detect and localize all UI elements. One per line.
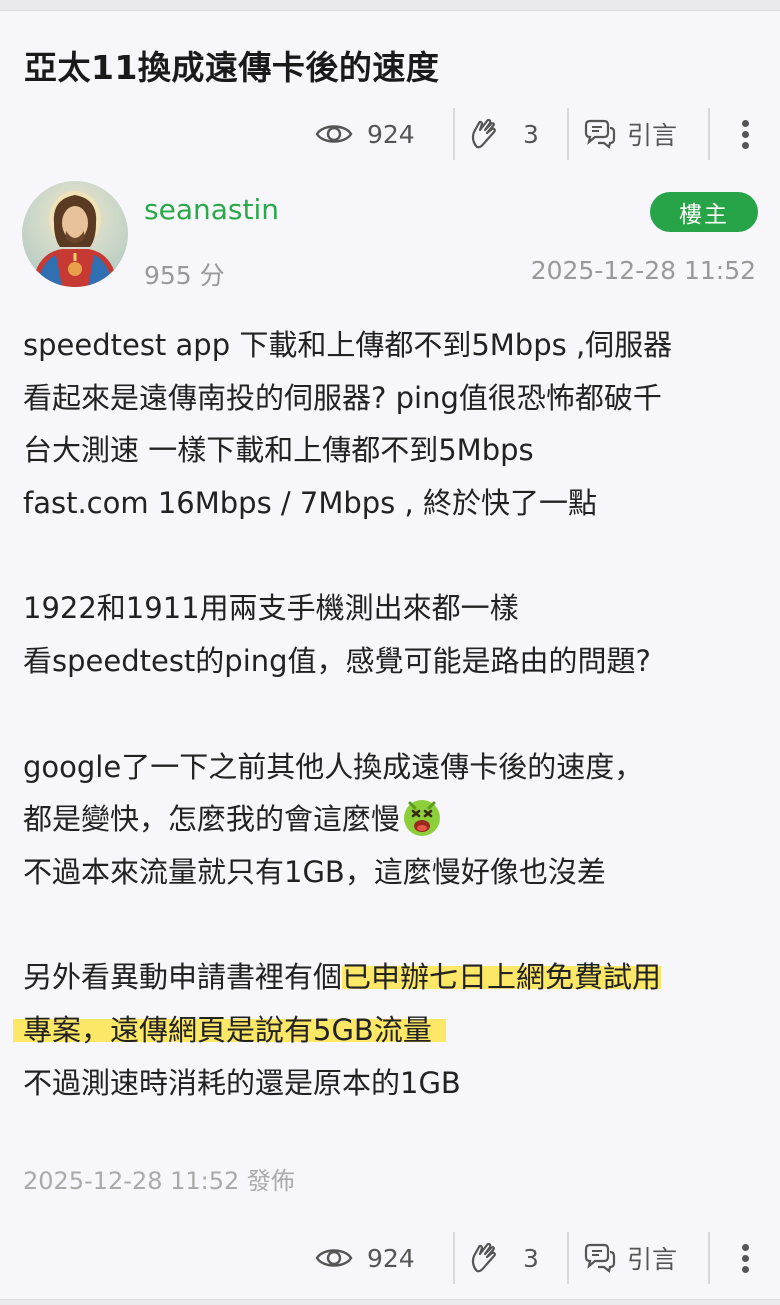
body-line-text: 都是變快，怎麼我的會這麼慢 bbox=[23, 802, 401, 837]
body-line: speedtest app 下載和上傳都不到5Mbps ,伺服器 bbox=[23, 328, 673, 362]
more-vert-icon[interactable] bbox=[710, 107, 780, 161]
highlighted-text: 已申辦七日上網免費試用 bbox=[342, 960, 662, 995]
body-line bbox=[23, 899, 763, 952]
body-line-text: 另外看異動申請書裡有個 bbox=[23, 960, 343, 995]
body-line: 1922和1911用兩支手機測出來都一樣 bbox=[23, 591, 519, 626]
eye-icon bbox=[315, 1245, 353, 1271]
post-card: 亞太11換成遠傳卡後的速度 924 3 引言 seanastin 樓主 955 … bbox=[0, 10, 780, 1300]
like-button[interactable]: 3 bbox=[455, 1231, 559, 1285]
post-toolbar-top: 924 3 引言 bbox=[315, 107, 780, 161]
op-badge: 樓主 bbox=[650, 192, 758, 232]
likes-count: 3 bbox=[523, 119, 539, 149]
quote-label: 引言 bbox=[627, 121, 678, 150]
body-line: 不過本來流量就只有1GB，這麼慢好像也沒差 bbox=[23, 854, 606, 889]
body-line bbox=[23, 530, 763, 583]
body-line: 台大測速 一樣下載和上傳都不到5Mbps bbox=[23, 433, 534, 468]
highlighted-text: 專案，遠傳網頁是說有5GB流量 bbox=[13, 1012, 446, 1047]
post-timestamp: 2025-12-28 11:52 bbox=[530, 256, 756, 285]
like-button[interactable]: 3 bbox=[455, 107, 559, 161]
clap-icon bbox=[469, 117, 501, 151]
post-body: speedtest app 下載和上傳都不到5Mbps ,伺服器 看起來是遠傳南… bbox=[13, 319, 763, 1109]
body-line: 看起來是遠傳南投的伺服器? ping值很恐怖都破千 bbox=[23, 380, 662, 415]
user-score: 955 分 bbox=[144, 261, 225, 290]
body-line: google了一下之前其他人換成遠傳卡後的速度， bbox=[23, 749, 644, 784]
quote-chat-icon bbox=[583, 1243, 617, 1273]
quote-label: 引言 bbox=[627, 1245, 678, 1274]
body-line: 不過測速時消耗的還是原本的1GB bbox=[23, 1065, 461, 1100]
post-title: 亞太11換成遠傳卡後的速度 bbox=[24, 48, 440, 87]
body-line-with-highlight: 另外看異動申請書裡有個已申辦七日上網免費試用 bbox=[23, 951, 763, 1004]
clap-icon bbox=[469, 1241, 501, 1275]
eye-icon bbox=[315, 121, 353, 147]
quote-button[interactable]: 引言 bbox=[569, 107, 708, 161]
body-line-with-highlight: 專案，遠傳網頁是說有5GB流量 bbox=[13, 1004, 763, 1057]
avatar[interactable] bbox=[22, 181, 128, 287]
username-link[interactable]: seanastin bbox=[144, 193, 279, 226]
body-line-with-emoji: 都是變快，怎麼我的會這麼慢 bbox=[23, 793, 763, 846]
views-stat: 924 bbox=[315, 1231, 433, 1285]
views-count: 924 bbox=[367, 119, 415, 149]
more-vert-icon[interactable] bbox=[710, 1231, 780, 1285]
views-count: 924 bbox=[367, 1243, 415, 1273]
published-timestamp: 2025-12-28 11:52 發佈 bbox=[23, 1167, 295, 1195]
post-toolbar-bottom: 924 3 引言 bbox=[315, 1231, 780, 1285]
body-line bbox=[23, 688, 763, 741]
quote-button[interactable]: 引言 bbox=[569, 1231, 708, 1285]
body-line: fast.com 16Mbps / 7Mbps , 終於快了一點 bbox=[23, 486, 597, 521]
quote-chat-icon bbox=[583, 119, 617, 149]
views-stat: 924 bbox=[315, 107, 433, 161]
angry-emoji-icon bbox=[402, 797, 442, 837]
likes-count: 3 bbox=[523, 1243, 539, 1273]
body-line: 看speedtest的ping值，感覺可能是路由的問題? bbox=[23, 644, 651, 679]
